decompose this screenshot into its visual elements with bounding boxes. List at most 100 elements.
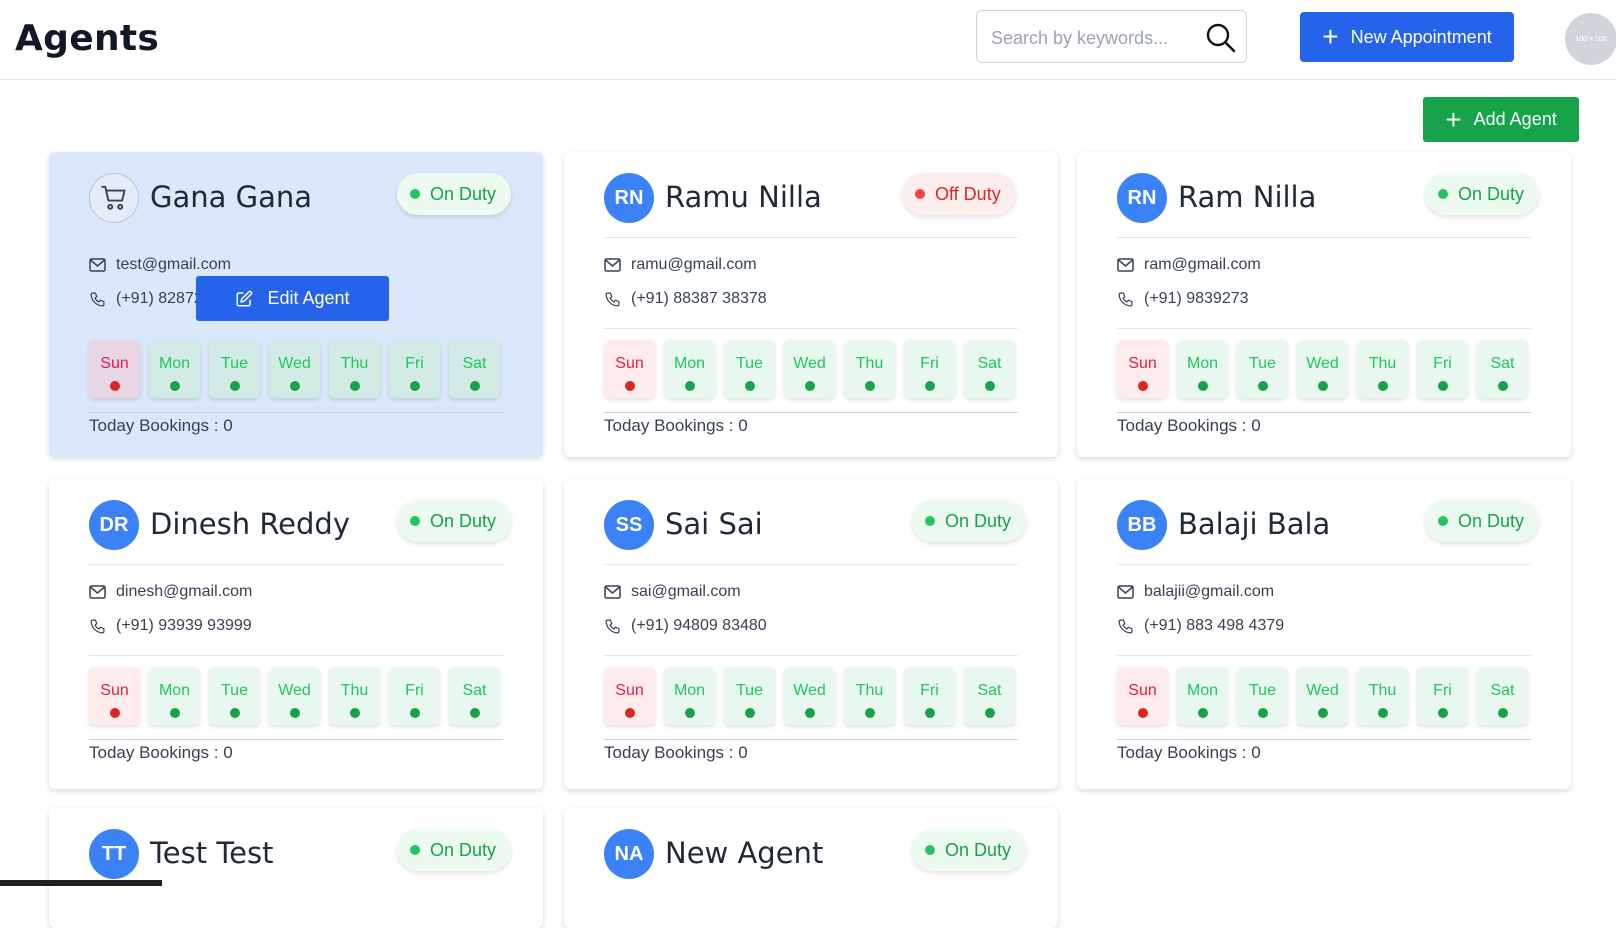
day-fri[interactable]: Fri — [1417, 340, 1468, 398]
phone-text: (+91) 9839273 — [1144, 290, 1249, 307]
day-mon[interactable]: Mon — [1177, 667, 1228, 725]
divider — [1117, 412, 1531, 413]
day-tue[interactable]: Tue — [724, 667, 775, 725]
day-tue[interactable]: Tue — [209, 667, 260, 725]
agent-card[interactable]: BB Balaji Bala On Duty balajii@gmail.com (+9… — [1077, 479, 1571, 789]
edit-icon — [236, 290, 253, 306]
day-sat[interactable]: Sat — [449, 667, 500, 725]
weekday-availability: Sun Mon Tue Wed Thu Fri Sat — [89, 667, 500, 725]
phone-text: (+91) 82872 — [116, 290, 203, 307]
day-sun[interactable]: Sun — [89, 667, 140, 725]
day-fri[interactable]: Fri — [389, 340, 440, 398]
day-sat[interactable]: Sat — [449, 340, 500, 398]
day-status-dot — [1197, 708, 1208, 718]
day-status-dot — [744, 381, 755, 391]
day-sat[interactable]: Sat — [964, 667, 1015, 725]
day-tue[interactable]: Tue — [1237, 667, 1288, 725]
status-badge[interactable]: On Duty — [912, 500, 1027, 542]
status-badge[interactable]: On Duty — [397, 829, 512, 871]
day-fri[interactable]: Fri — [904, 340, 955, 398]
status-badge[interactable]: On Duty — [1425, 173, 1540, 215]
day-tue[interactable]: Tue — [1237, 340, 1288, 398]
day-status-dot — [624, 381, 635, 391]
day-mon[interactable]: Mon — [664, 340, 715, 398]
status-label: On Duty — [430, 510, 497, 531]
phone-text: (+91) 883 498 4379 — [1144, 617, 1285, 634]
day-sun[interactable]: Sun — [1117, 667, 1168, 725]
day-tue[interactable]: Tue — [209, 340, 260, 398]
day-sun[interactable]: Sun — [604, 340, 655, 398]
day-status-dot — [1137, 708, 1148, 718]
weekday-availability: Sun Mon Tue Wed Thu Fri Sat — [604, 340, 1015, 398]
day-thu[interactable]: Thu — [329, 340, 380, 398]
status-dot — [410, 189, 420, 199]
divider — [89, 655, 503, 656]
status-badge[interactable]: Off Duty — [902, 173, 1016, 215]
day-wed[interactable]: Wed — [784, 667, 835, 725]
day-thu[interactable]: Thu — [1357, 667, 1408, 725]
status-dot — [410, 516, 420, 526]
day-sat[interactable]: Sat — [1477, 340, 1528, 398]
day-thu[interactable]: Thu — [1357, 340, 1408, 398]
agent-email: ram@gmail.com — [1117, 256, 1261, 274]
agent-phone: (+91) 93939 93999 — [89, 617, 252, 635]
day-thu[interactable]: Thu — [844, 667, 895, 725]
status-badge[interactable]: On Duty — [397, 173, 512, 215]
add-agent-label: Add Agent — [1473, 109, 1557, 129]
day-sun[interactable]: Sun — [89, 340, 140, 398]
user-avatar[interactable]: 100 × 100 — [1565, 13, 1616, 65]
agent-card[interactable]: TT Test Test On Duty — [49, 808, 543, 928]
agent-card[interactable]: NA New Agent On Duty — [564, 808, 1058, 928]
day-thu[interactable]: Thu — [844, 340, 895, 398]
edit-agent-button[interactable]: Edit Agent — [196, 276, 389, 321]
day-wed[interactable]: Wed — [784, 340, 835, 398]
agent-phone: (+91) 94809 83480 — [604, 617, 767, 635]
day-label: Sat — [462, 682, 487, 699]
bottom-scrollbar[interactable] — [0, 880, 162, 886]
agent-name: Sai Sai — [665, 507, 763, 541]
status-badge[interactable]: On Duty — [912, 829, 1027, 871]
day-sat[interactable]: Sat — [1477, 667, 1528, 725]
status-badge[interactable]: On Duty — [397, 500, 512, 542]
agent-card[interactable]: Gana Gana On Duty test@gmail.com (+91) 8287… — [49, 152, 543, 457]
day-label: Thu — [1368, 355, 1397, 372]
day-sun[interactable]: Sun — [604, 667, 655, 725]
email-text: dinesh@gmail.com — [116, 583, 253, 600]
new-appointment-button[interactable]: + New Appointment — [1300, 12, 1514, 62]
day-label: Sun — [615, 355, 644, 372]
search-box[interactable] — [976, 10, 1247, 63]
status-badge[interactable]: On Duty — [1425, 500, 1540, 542]
day-label: Mon — [673, 355, 706, 372]
agent-name: Ram Nilla — [1178, 180, 1317, 214]
day-sat[interactable]: Sat — [964, 340, 1015, 398]
day-fri[interactable]: Fri — [389, 667, 440, 725]
day-wed[interactable]: Wed — [1297, 667, 1348, 725]
add-agent-button[interactable]: + Add Agent — [1423, 97, 1579, 142]
agent-email: dinesh@gmail.com — [89, 583, 252, 601]
search-input[interactable] — [991, 25, 1196, 51]
agent-card[interactable]: RN Ram Nilla On Duty ram@gmail.com (+91) 983… — [1077, 152, 1571, 457]
day-tue[interactable]: Tue — [724, 340, 775, 398]
day-fri[interactable]: Fri — [1417, 667, 1468, 725]
day-mon[interactable]: Mon — [149, 667, 200, 725]
day-wed[interactable]: Wed — [269, 667, 320, 725]
day-mon[interactable]: Mon — [664, 667, 715, 725]
day-mon[interactable]: Mon — [149, 340, 200, 398]
day-label: Tue — [736, 355, 763, 372]
day-label: Tue — [221, 682, 248, 699]
day-status-dot — [409, 708, 420, 718]
agent-card[interactable]: RN Ramu Nilla Off Duty ramu@gmail.com (+91) … — [564, 152, 1058, 457]
divider — [1117, 655, 1531, 656]
day-sun[interactable]: Sun — [1117, 340, 1168, 398]
agent-card[interactable]: SS Sai Sai On Duty sai@gmail.com (+91) 94809… — [564, 479, 1058, 789]
divider — [1117, 564, 1531, 565]
day-fri[interactable]: Fri — [904, 667, 955, 725]
day-mon[interactable]: Mon — [1177, 340, 1228, 398]
divider — [1117, 328, 1531, 329]
day-wed[interactable]: Wed — [269, 340, 320, 398]
day-thu[interactable]: Thu — [329, 667, 380, 725]
search-icon[interactable] — [1205, 22, 1237, 54]
divider — [89, 739, 503, 740]
agent-card[interactable]: DR Dinesh Reddy On Duty dinesh@gmail.com (+9… — [49, 479, 543, 789]
day-wed[interactable]: Wed — [1297, 340, 1348, 398]
